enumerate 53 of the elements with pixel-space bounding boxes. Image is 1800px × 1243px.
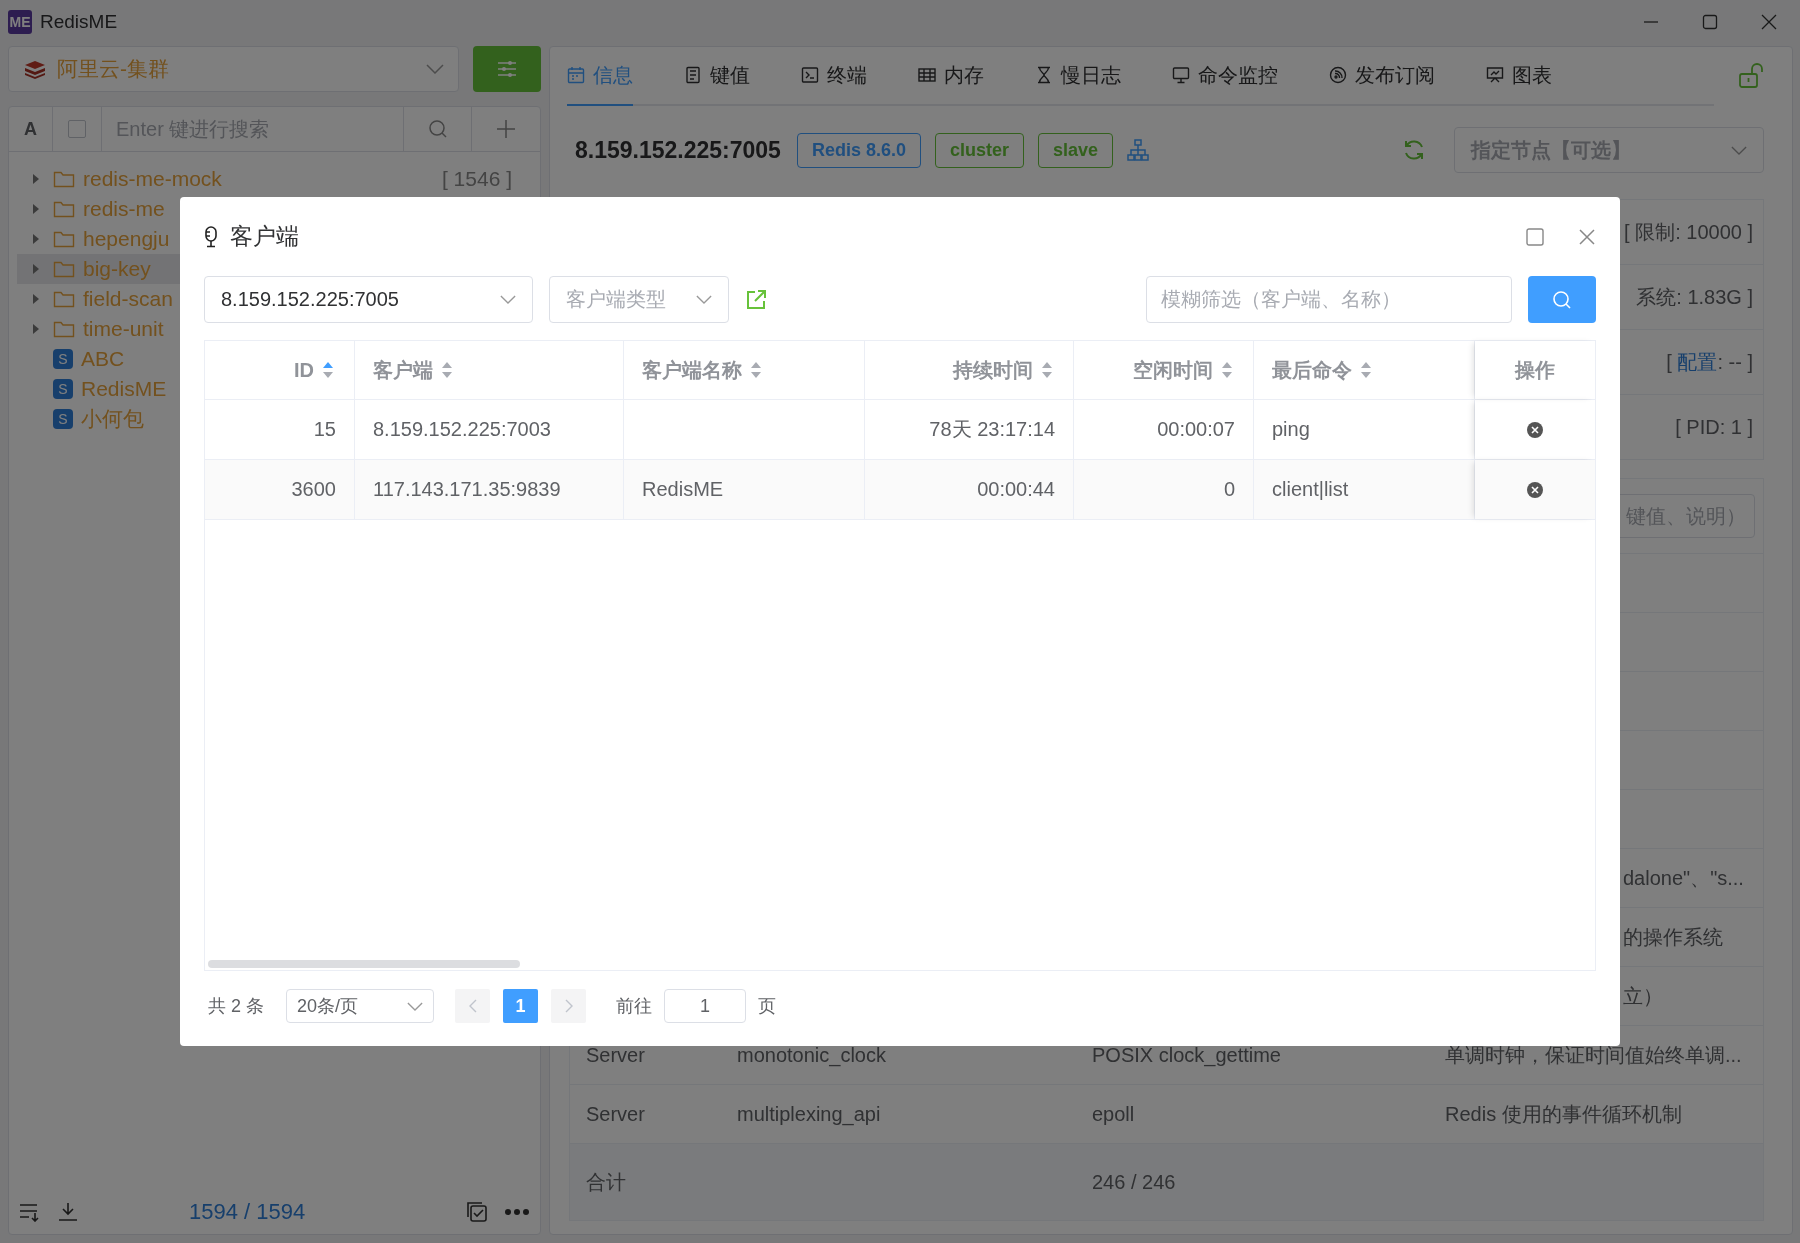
- type-badge: S: [53, 379, 73, 399]
- table-cell-text: POSIX clock_gettime: [1092, 1043, 1282, 1067]
- tree-label: redis-me: [83, 197, 165, 221]
- table-cell: 0: [1223, 478, 1235, 501]
- key-count: [ 1546 ]: [441, 167, 512, 191]
- info-value: [ PID: 1 ]: [1675, 415, 1753, 439]
- info-value: [ 限制: 10000 ]: [1624, 219, 1753, 245]
- table-cell-text: epoll: [1092, 1102, 1136, 1126]
- type-badge: S: [53, 349, 73, 369]
- dialog-title: 客户端: [230, 222, 299, 251]
- server-tag: Redis 8.6.0: [796, 132, 921, 168]
- table-cell: 15: [313, 418, 336, 441]
- tree-label: hepengju: [83, 227, 170, 251]
- window-title: RedisME: [40, 11, 118, 33]
- table-cell-text: 单调时钟，保证时间值始终单调...: [1445, 1042, 1743, 1068]
- table-cell-text: 的操作系统: [1622, 924, 1724, 950]
- table-cell-text: multiplexing_api: [737, 1102, 882, 1126]
- tree-label: RedisME: [81, 377, 167, 401]
- info-value: [ 配置: -- ]: [1666, 349, 1753, 375]
- table-cell-text: 立）: [1622, 983, 1664, 1009]
- key-total: 1594 / 1594: [189, 1199, 306, 1225]
- page-suffix: 页: [758, 995, 776, 1018]
- total-count: 共 2 条: [208, 995, 264, 1018]
- tree-label: 小何包: [81, 406, 144, 432]
- type-badge: S: [53, 409, 73, 429]
- table-cell-text: Server: [586, 1102, 646, 1126]
- tree-label: field-scan: [83, 287, 173, 311]
- table-cell-text: monotonic_clock: [737, 1043, 887, 1067]
- server-address: 8.159.152.225:7005: [575, 136, 781, 164]
- table-cell: ping: [1272, 418, 1310, 441]
- table-cell: 3600: [291, 478, 336, 501]
- table-cell-text: Redis 使用的事件循环机制: [1445, 1101, 1683, 1127]
- table-cell: 8.159.152.225:7003: [373, 418, 551, 441]
- table-cell: 00:00:07: [1157, 418, 1235, 441]
- app-logo: ME: [8, 10, 32, 34]
- total-value: 246 / 246: [1092, 1170, 1177, 1194]
- table-cell: 117.143.171.35:9839: [373, 478, 561, 501]
- info-value: 系统: 1.83G ]: [1636, 284, 1753, 310]
- table-cell-text: 78天 23:17:14: [929, 417, 1055, 442]
- server-tag: slave: [1038, 132, 1114, 168]
- table-cell: 00:00:44: [977, 478, 1055, 501]
- table-cell: client|list: [1272, 478, 1349, 501]
- tree-label: ABC: [81, 347, 125, 371]
- column-header: 操作: [1475, 341, 1595, 399]
- server-tag: cluster: [935, 132, 1024, 168]
- total-label: 合计: [586, 1169, 627, 1195]
- table-cell-text: Server: [586, 1043, 646, 1067]
- table-cell-text: dalone"、"s...: [1622, 865, 1745, 891]
- tree-label: big-key: [83, 257, 151, 281]
- tree-label: redis-me-mock: [83, 167, 222, 191]
- goto-label: 前往: [616, 995, 652, 1018]
- tree-label: time-unit: [83, 317, 164, 341]
- table-cell: RedisME: [642, 478, 724, 501]
